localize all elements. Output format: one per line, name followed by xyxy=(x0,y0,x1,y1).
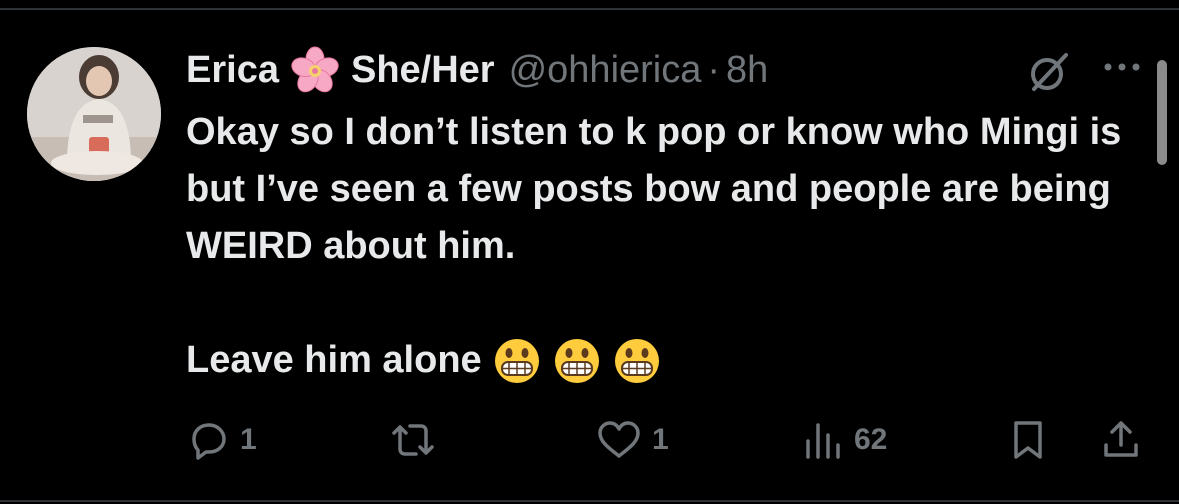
action-bar: 1 1 62 xyxy=(0,410,1179,470)
tweet-text-paragraph-2: Leave him alone xyxy=(186,332,1146,389)
views-button[interactable]: 62 xyxy=(802,410,887,470)
share-button[interactable] xyxy=(1098,410,1144,470)
bookmark-icon xyxy=(1008,417,1048,463)
tweet-header: Erica She/Her @ohhierica · 8h xyxy=(186,42,768,98)
separator-dot: · xyxy=(707,48,721,91)
grimacing-face-emoji xyxy=(612,336,662,386)
repost-icon xyxy=(386,417,440,463)
reply-icon xyxy=(186,417,232,463)
views-icon xyxy=(802,417,846,463)
tweet-text: Okay so I don’t listen to k pop or know … xyxy=(186,104,1146,389)
grimacing-face-emoji xyxy=(492,336,542,386)
reply-count: 1 xyxy=(240,423,257,456)
bookmark-button[interactable] xyxy=(1008,410,1048,470)
cherry-blossom-emoji xyxy=(289,44,341,96)
repost-button[interactable] xyxy=(386,410,448,470)
heart-icon xyxy=(594,417,644,463)
grok-icon[interactable] xyxy=(1024,47,1074,97)
grimacing-face-emoji xyxy=(552,336,602,386)
handle[interactable]: @ohhierica xyxy=(509,49,702,92)
timestamp[interactable]: 8h xyxy=(726,49,768,92)
tweet[interactable]: Erica She/Her @ohhierica · 8h Okay so I … xyxy=(0,0,1179,504)
like-button[interactable]: 1 xyxy=(594,410,669,470)
tweet-text-paragraph-2-text: Leave him alone xyxy=(186,339,482,381)
views-count: 62 xyxy=(854,423,888,456)
avatar[interactable] xyxy=(27,47,161,181)
more-icon[interactable] xyxy=(1098,55,1146,79)
share-icon xyxy=(1098,417,1144,463)
display-name[interactable]: Erica xyxy=(186,49,279,92)
tweet-text-paragraph-1: Okay so I don’t listen to k pop or know … xyxy=(186,111,1122,267)
divider xyxy=(0,500,1179,502)
scrollbar[interactable] xyxy=(1157,60,1167,165)
like-count: 1 xyxy=(652,423,669,456)
divider xyxy=(0,8,1179,10)
reply-button[interactable]: 1 xyxy=(186,410,257,470)
pronouns: She/Her xyxy=(350,48,495,91)
